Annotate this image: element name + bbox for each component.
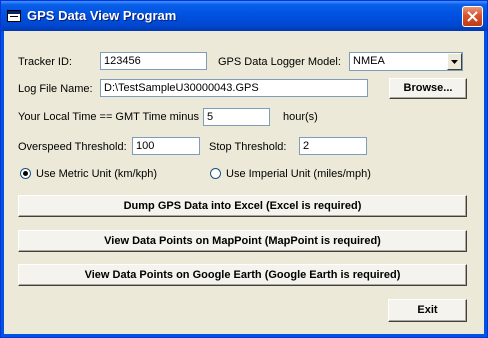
model-select-arrow[interactable] xyxy=(447,53,462,70)
dump-excel-button[interactable]: Dump GPS Data into Excel (Excel is requi… xyxy=(18,195,467,217)
hours-label: hour(s) xyxy=(283,111,318,123)
stop-threshold-label: Stop Threshold: xyxy=(209,141,287,153)
title-bar[interactable]: GPS Data View Program xyxy=(1,1,487,31)
imperial-unit-radio[interactable] xyxy=(210,168,221,179)
metric-unit-label[interactable]: Use Metric Unit (km/kph) xyxy=(36,167,157,181)
model-select[interactable]: NMEA xyxy=(349,52,463,71)
close-icon xyxy=(467,11,478,22)
app-window-icon xyxy=(7,10,21,22)
view-mappoint-button[interactable]: View Data Points on MapPoint (MapPoint i… xyxy=(18,230,467,252)
log-file-label: Log File Name: xyxy=(18,83,93,95)
overspeed-input[interactable]: 100 xyxy=(132,137,200,155)
model-select-value: NMEA xyxy=(353,55,385,67)
imperial-unit-label[interactable]: Use Imperial Unit (miles/mph) xyxy=(226,167,371,181)
local-time-label: Your Local Time == GMT Time minus xyxy=(18,111,199,123)
stop-threshold-input[interactable]: 2 xyxy=(299,137,367,155)
dialog-body: Tracker ID: 123456 GPS Data Logger Model… xyxy=(4,31,484,334)
metric-unit-radio[interactable] xyxy=(20,168,31,179)
exit-button[interactable]: Exit xyxy=(388,299,467,322)
chevron-down-icon xyxy=(451,60,458,64)
tracker-id-label: Tracker ID: xyxy=(18,56,72,68)
view-google-earth-button[interactable]: View Data Points on Google Earth (Google… xyxy=(18,264,467,286)
window-title: GPS Data View Program xyxy=(27,8,177,23)
gmt-offset-input[interactable]: 5 xyxy=(203,108,270,126)
tracker-id-input[interactable]: 123456 xyxy=(100,52,207,70)
app-window: GPS Data View Program Tracker ID: 123456… xyxy=(0,0,488,338)
model-label: GPS Data Logger Model: xyxy=(218,56,341,68)
log-file-input[interactable]: D:\TestSampleU30000043.GPS xyxy=(100,79,368,97)
metric-unit-radio-dot xyxy=(23,171,28,176)
overspeed-label: Overspeed Threshold: xyxy=(18,141,127,153)
browse-button[interactable]: Browse... xyxy=(389,78,467,99)
close-button[interactable] xyxy=(462,6,483,27)
